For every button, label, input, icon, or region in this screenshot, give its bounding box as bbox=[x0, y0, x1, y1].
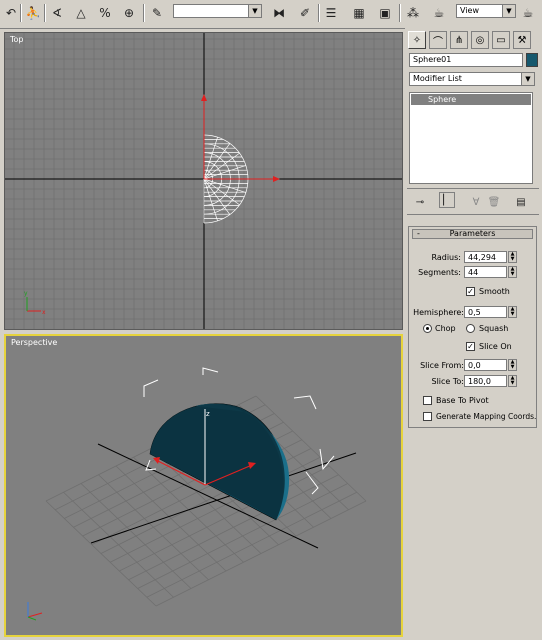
slice-on-checkbox[interactable]: ✓ bbox=[466, 342, 475, 351]
hierarchy-tab-icon[interactable]: ⋔ bbox=[450, 31, 468, 49]
main-toolbar: ↶ ⛹ ∢ △ % ⊕ ✎ ▼ ⧓ ✐ ☰ ▦ ▣ ⁂ ☕ View ▼ ☕ bbox=[0, 0, 542, 29]
radius-label: Radius: bbox=[431, 253, 461, 262]
hemisphere-object-perspective[interactable] bbox=[149, 403, 290, 521]
undo-arrow-icon[interactable]: ↶ bbox=[2, 3, 20, 23]
edit-named-selection-icon[interactable]: ✎ bbox=[148, 3, 166, 23]
squash-label: Squash bbox=[479, 324, 509, 333]
svg-text:x: x bbox=[42, 309, 46, 316]
select-and-link-icon[interactable]: ⛹ bbox=[24, 3, 42, 23]
chevron-down-icon[interactable]: ▼ bbox=[248, 5, 261, 17]
base-to-pivot-label: Base To Pivot bbox=[436, 396, 489, 405]
slice-to-label: Slice To: bbox=[431, 377, 464, 386]
display-tab-icon[interactable]: ▭ bbox=[492, 31, 510, 49]
svg-text:y: y bbox=[24, 290, 28, 297]
render-type-dropdown[interactable]: View ▼ bbox=[456, 4, 516, 18]
radius-spinner[interactable]: ▲ ▼ bbox=[508, 251, 517, 263]
curve-editor-icon[interactable]: ▦ bbox=[350, 3, 368, 23]
top-viewport-canvas[interactable]: x y bbox=[5, 33, 402, 329]
generate-mapping-coords-label: Generate Mapping Coords. bbox=[436, 412, 537, 421]
material-editor-icon[interactable]: ⁂ bbox=[404, 3, 422, 23]
perspective-viewport-canvas[interactable]: z bbox=[6, 336, 401, 635]
command-panel: ✧ ⌒ ⋔ ◎ ▭ ⚒ Sphere01 Modifier List ▼ Sph… bbox=[405, 28, 542, 640]
configure-modifier-sets-icon[interactable]: ▤ bbox=[512, 192, 530, 212]
toolbar-separator bbox=[143, 4, 145, 22]
slice-from-label: Slice From: bbox=[420, 361, 464, 370]
squash-radio[interactable] bbox=[466, 324, 475, 333]
named-selection-set-field[interactable]: ▼ bbox=[173, 4, 262, 18]
segments-field[interactable]: 44 bbox=[464, 266, 507, 278]
chop-radio[interactable] bbox=[423, 324, 432, 333]
segments-label: Segments: bbox=[418, 268, 461, 277]
percent-snap-icon[interactable]: % bbox=[96, 3, 114, 23]
toolbar-separator bbox=[318, 4, 320, 22]
hemisphere-field[interactable]: 0,5 bbox=[464, 306, 507, 318]
chop-label: Chop bbox=[435, 324, 456, 333]
schematic-view-icon[interactable]: ▣ bbox=[376, 3, 394, 23]
slice-to-spinner[interactable]: ▲ ▼ bbox=[508, 375, 517, 387]
layer-manager-icon[interactable]: ☰ bbox=[322, 3, 340, 23]
smooth-checkbox[interactable]: ✓ bbox=[466, 287, 475, 296]
create-tab-icon[interactable]: ✧ bbox=[408, 31, 426, 49]
svg-text:z: z bbox=[206, 410, 210, 418]
slice-from-spinner[interactable]: ▲ ▼ bbox=[508, 359, 517, 371]
toolbar-separator bbox=[399, 4, 401, 22]
hemisphere-label: Hemisphere: bbox=[413, 308, 464, 317]
render-scene-icon[interactable]: ☕ bbox=[430, 3, 448, 23]
viewport-label-top[interactable]: Top bbox=[10, 35, 24, 44]
chevron-down-icon[interactable]: ▼ bbox=[502, 5, 515, 17]
chevron-down-icon[interactable]: ▼ bbox=[521, 73, 534, 85]
hemisphere-spinner[interactable]: ▲ ▼ bbox=[508, 306, 517, 318]
smooth-label: Smooth bbox=[479, 287, 510, 296]
align-icon[interactable]: ✐ bbox=[296, 3, 314, 23]
segments-spinner[interactable]: ▲ ▼ bbox=[508, 266, 517, 278]
modifier-stack-list[interactable]: Sphere bbox=[409, 92, 533, 184]
modify-tab-icon[interactable]: ⌒ bbox=[429, 31, 447, 49]
quick-render-teapot-icon[interactable]: ☕ bbox=[519, 3, 537, 23]
mirror-icon[interactable]: ⧓ bbox=[270, 3, 288, 23]
snap-toggle-icon[interactable]: △ bbox=[72, 3, 90, 23]
axis-tripod-perspective bbox=[27, 602, 43, 621]
remove-modifier-icon[interactable]: 🗑 bbox=[485, 192, 503, 212]
spinner-snap-icon[interactable]: ⊕ bbox=[120, 3, 138, 23]
motion-tab-icon[interactable]: ◎ bbox=[471, 31, 489, 49]
base-to-pivot-checkbox[interactable] bbox=[423, 396, 432, 405]
slice-to-field[interactable]: 180,0 bbox=[464, 375, 507, 387]
modifier-list-dropdown[interactable]: Modifier List ▼ bbox=[409, 72, 535, 86]
radius-field[interactable]: 44,294 bbox=[464, 251, 507, 263]
show-end-result-icon[interactable]: ▏ bbox=[439, 192, 455, 208]
toolbar-separator bbox=[44, 4, 46, 22]
slice-on-label: Slice On bbox=[479, 342, 512, 351]
make-unique-icon[interactable]: ∀ bbox=[467, 192, 485, 212]
stack-item-sphere[interactable]: Sphere bbox=[411, 94, 531, 105]
object-color-swatch[interactable] bbox=[526, 53, 538, 67]
toolbar-separator bbox=[20, 4, 22, 22]
slice-from-field[interactable]: 0,0 bbox=[464, 359, 507, 371]
top-viewport[interactable]: x y Top bbox=[4, 32, 403, 330]
object-name-field[interactable]: Sphere01 bbox=[409, 53, 523, 67]
viewport-label-perspective[interactable]: Perspective bbox=[11, 338, 57, 347]
angle-snap-icon[interactable]: ∢ bbox=[48, 3, 66, 23]
generate-mapping-coords-checkbox[interactable] bbox=[423, 412, 432, 421]
pin-stack-icon[interactable]: ⊸ bbox=[411, 192, 429, 212]
utilities-tab-icon[interactable]: ⚒ bbox=[513, 31, 531, 49]
perspective-viewport[interactable]: z Perspective bbox=[4, 334, 403, 637]
axis-tripod-top: x y bbox=[24, 290, 46, 316]
parameters-rollout-header[interactable]: - Parameters bbox=[412, 229, 533, 239]
